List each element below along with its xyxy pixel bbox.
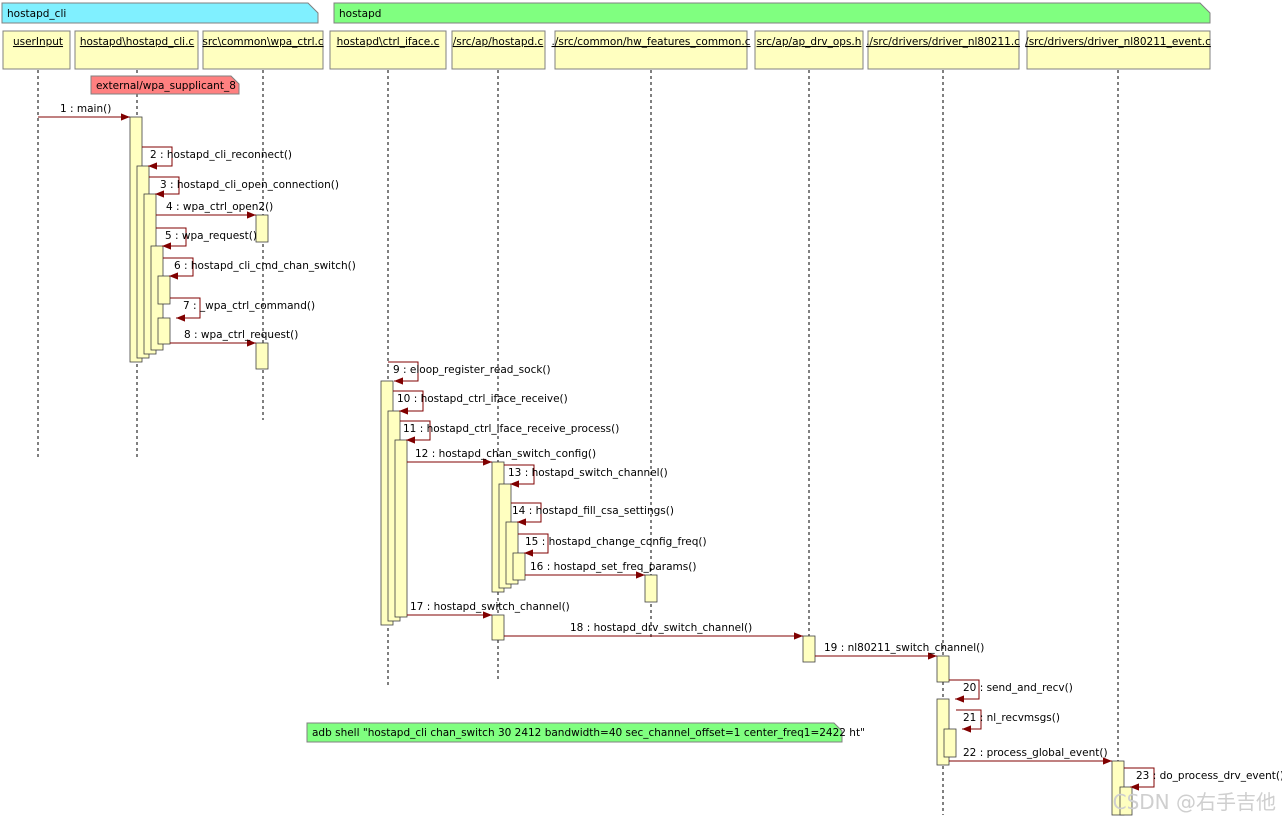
lifeline-hw_features: ./src/common/hw_features_common.c (552, 30, 751, 640)
message-3: 3 : hostapd_cli_open_connection() (149, 176, 339, 198)
message-label: 16 : hostapd_set_freq_params() (530, 561, 696, 573)
message-17: 17 : hostapd_switch_channel() (407, 601, 570, 619)
message-1: 1 : main() (38, 103, 130, 121)
message-11: 11 : hostapd_ctrl_iface_receive_process(… (400, 420, 619, 444)
activation-box (802, 635, 816, 663)
message-label: 19 : nl80211_switch_channel() (824, 642, 984, 654)
message-label: 18 : hostapd_drv_switch_channel() (570, 622, 752, 634)
lifeline-label: hostapd\ctrl_iface.c (337, 36, 440, 48)
activation-box (943, 728, 957, 758)
message-label: 2 : hostapd_cli_reconnect() (150, 149, 292, 161)
message-label: 3 : hostapd_cli_open_connection() (160, 179, 339, 191)
lifeline-label: /src/ap/hostapd.c (453, 36, 544, 48)
message-2: 2 : hostapd_cli_reconnect() (142, 146, 292, 170)
message-label: 11 : hostapd_ctrl_iface_receive_process(… (403, 423, 619, 435)
package-hostapd: hostapd (333, 2, 1211, 24)
lifeline-driver_nl: ./src/drivers/driver_nl80211.c (866, 30, 1020, 815)
lifeline-label: src\common\wpa_ctrl.c (202, 36, 324, 48)
message-23: 23 : do_process_drv_event() (1124, 767, 1282, 791)
lifeline-ap_drv_ops: src/ap/ap_drv_ops.h (754, 30, 864, 660)
message-13: 13 : hostapd_switch_channel() (504, 464, 668, 488)
activation-box (394, 439, 408, 618)
message-7: 7 : _wpa_ctrl_command() (170, 297, 315, 322)
message-21: 21 : nl_recvmsgs() (956, 709, 1060, 733)
note-adb: adb shell "hostapd_cli chan_switch 30 24… (306, 722, 865, 743)
message-22: 22 : process_global_event() (949, 747, 1112, 765)
message-12: 12 : hostapd_chan_switch_config() (407, 448, 596, 466)
message-label: 22 : process_global_event() (963, 747, 1108, 759)
message-label: 21 : nl_recvmsgs() (963, 712, 1060, 724)
message-label: 6 : hostapd_cli_cmd_chan_switch() (174, 260, 356, 272)
activation-box (255, 214, 269, 243)
lifeline-userInput: userInput (2, 30, 71, 460)
message-10: 10 : hostapd_ctrl_iface_receive() (393, 390, 568, 415)
activation-box (512, 552, 526, 581)
message-label: 7 : _wpa_ctrl_command() (183, 300, 315, 312)
message-label: 12 : hostapd_chan_switch_config() (415, 448, 596, 460)
lifeline-label: ./src/drivers/driver_nl80211.c (866, 36, 1020, 48)
message-9: 9 : eloop_register_read_sock() (388, 361, 551, 385)
message-label: 4 : wpa_ctrl_open2() (166, 201, 273, 213)
package-label: hostapd_cli (7, 8, 66, 20)
message-label: 17 : hostapd_switch_channel() (410, 601, 570, 613)
message-label: 8 : wpa_ctrl_request() (184, 329, 298, 341)
message-label: 13 : hostapd_switch_channel() (508, 467, 668, 479)
lifeline-label: src/ap/ap_drv_ops.h (757, 36, 862, 48)
package-cli: hostapd_cli (1, 2, 319, 24)
activation-box (157, 275, 171, 305)
package-label: hostapd (339, 8, 381, 20)
message-label: 20 : send_and_recv() (963, 682, 1073, 694)
activation-box (491, 614, 505, 641)
watermark: CSDN @右手吉他 (1112, 790, 1276, 814)
message-14: 14 : hostapd_fill_csa_settings() (511, 502, 674, 526)
message-18: 18 : hostapd_drv_switch_channel() (504, 622, 803, 640)
lifeline-label: ./src/common/hw_features_common.c (552, 36, 751, 48)
message-19: 19 : nl80211_switch_channel() (815, 642, 984, 660)
message-label: 15 : hostapd_change_config_freq() (525, 536, 707, 548)
activation-box (644, 574, 658, 603)
message-5: 5 : wpa_request() (156, 227, 257, 250)
note-text: adb shell "hostapd_cli chan_switch 30 24… (312, 727, 865, 739)
message-16: 16 : hostapd_set_freq_params() (525, 561, 696, 579)
lifeline-label: userInput (13, 36, 63, 48)
message-15: 15 : hostapd_change_config_freq() (518, 533, 707, 557)
lifeline-label: /src/drivers/driver_nl80211_event.c (1025, 36, 1211, 48)
lifeline-label: hostapd\hostapd_cli.c (80, 36, 195, 48)
message-label: 23 : do_process_drv_event() (1136, 770, 1282, 782)
activation-box (157, 317, 171, 345)
note-supplicant: external/wpa_supplicant_8 (90, 75, 240, 95)
message-label: 5 : wpa_request() (165, 230, 257, 242)
message-label: 10 : hostapd_ctrl_iface_receive() (397, 393, 568, 405)
lifeline-driver_nl_event: /src/drivers/driver_nl80211_event.c (1025, 30, 1211, 815)
message-8: 8 : wpa_ctrl_request() (170, 329, 298, 347)
sequence-diagram: hostapd_cli hostapd userInput hostapd\hosta… (1, 2, 1282, 816)
message-label: 9 : eloop_register_read_sock() (393, 364, 551, 376)
activation-box (255, 342, 269, 370)
activation-box (936, 655, 950, 683)
note-text: external/wpa_supplicant_8 (96, 80, 236, 92)
message-label: 14 : hostapd_fill_csa_settings() (512, 505, 674, 517)
message-6: 6 : hostapd_cli_cmd_chan_switch() (163, 257, 356, 280)
message-4: 4 : wpa_ctrl_open2() (156, 201, 273, 219)
message-20: 20 : send_and_recv() (949, 679, 1073, 703)
message-label: 1 : main() (60, 103, 111, 115)
